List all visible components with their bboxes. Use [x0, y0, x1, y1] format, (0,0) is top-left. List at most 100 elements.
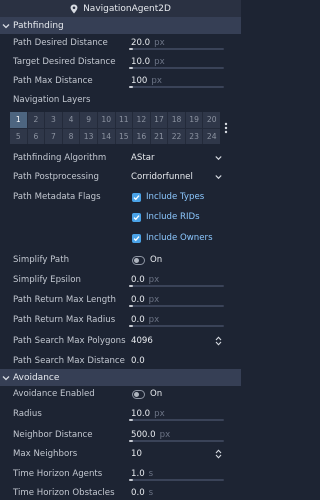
row-path-return-max-radius: Path Return Max Radius 0.0 px: [0, 310, 241, 329]
section-pathfinding[interactable]: Pathfinding: [0, 17, 241, 34]
path-max-distance-slider[interactable]: 100 px: [127, 73, 226, 89]
navigation-layer-7[interactable]: 7: [45, 128, 62, 144]
target-desired-distance-slider[interactable]: 10.0 px: [127, 54, 226, 70]
chevron-down-icon: [2, 23, 10, 28]
path-return-max-radius-slider[interactable]: 0.0 px: [127, 312, 226, 328]
row-simplify-epsilon: Simplify Epsilon 0.0 px: [0, 270, 241, 289]
neighbor-distance-slider[interactable]: 500.0 px: [127, 427, 226, 443]
path-search-max-polygons-spinbox[interactable]: 4096: [127, 333, 226, 349]
navigation-layer-5[interactable]: 5: [10, 128, 27, 144]
slider-track: [129, 48, 224, 50]
checkbox-checked-icon[interactable]: [132, 212, 141, 222]
section-label: Avoidance: [13, 372, 60, 383]
slider-grabber: [129, 479, 133, 481]
slider-track: [129, 419, 224, 421]
flag-include-rids[interactable]: Include RIDs: [127, 209, 226, 225]
property-label: Target Desired Distance: [13, 56, 116, 67]
navigation-layer-3[interactable]: 3: [45, 112, 62, 128]
row-flag-include-owners: Include Owners: [0, 228, 241, 247]
field-value: 0.0: [131, 488, 145, 498]
navigation-layer-6[interactable]: 6: [27, 128, 45, 144]
slider-grabber: [129, 67, 133, 69]
navigation-layer-12[interactable]: 12: [133, 112, 150, 128]
slider-track: [129, 325, 224, 327]
path-search-max-distance-field[interactable]: 0.0: [127, 353, 226, 369]
property-label: Navigation Layers: [13, 94, 91, 105]
property-label: Max Neighbors: [13, 448, 78, 459]
navigation-layer-18[interactable]: 18: [168, 112, 185, 128]
checkbox-checked-icon[interactable]: [132, 192, 141, 202]
kebab-menu-icon[interactable]: [224, 122, 228, 134]
navigation-layer-11[interactable]: 11: [115, 112, 133, 128]
navigation-layer-20[interactable]: 20: [203, 112, 220, 128]
avoidance-enabled-toggle[interactable]: On: [127, 386, 226, 402]
toggle-switch[interactable]: [132, 389, 145, 399]
navigation-layer-23[interactable]: 23: [185, 128, 203, 144]
slider-grabber: [129, 440, 133, 442]
property-label: Radius: [13, 408, 42, 419]
row-path-max-distance: Path Max Distance 100 px: [0, 71, 241, 90]
spinner-arrows-icon[interactable]: [215, 336, 222, 346]
row-pathfinding-algorithm: Pathfinding Algorithm AStar: [0, 148, 241, 167]
max-neighbors-spinbox[interactable]: 10: [127, 446, 226, 462]
row-flag-include-rids: Include RIDs: [0, 207, 241, 226]
property-label: Simplify Epsilon: [13, 274, 81, 285]
flag-label: Include Types: [146, 192, 205, 202]
toggle-switch[interactable]: [132, 255, 145, 265]
radius-slider[interactable]: 10.0 px: [127, 406, 226, 422]
flag-include-types[interactable]: Include Types: [127, 189, 226, 205]
row-time-horizon-obstacles: Time Horizon Obstacles 0.0 s: [0, 483, 241, 500]
property-label: Path Return Max Length: [13, 294, 116, 305]
navigation-layer-16[interactable]: 16: [133, 128, 150, 144]
chevron-down-icon: [2, 375, 10, 380]
field-value: 500.0: [131, 430, 156, 440]
navigation-layer-19[interactable]: 19: [185, 112, 203, 128]
row-path-search-max-polygons: Path Search Max Polygons 4096: [0, 331, 241, 350]
row-path-search-max-distance: Path Search Max Distance 0.0: [0, 351, 241, 370]
node-title: NavigationAgent2D: [83, 3, 171, 14]
property-label: Time Horizon Obstacles: [13, 487, 115, 498]
navigation-layer-22[interactable]: 22: [168, 128, 185, 144]
time-horizon-agents-slider[interactable]: 1.0 s: [127, 466, 226, 482]
navigation-layer-9[interactable]: 9: [80, 112, 97, 128]
toggle-label: On: [150, 255, 163, 265]
navigation-layer-8[interactable]: 8: [62, 128, 80, 144]
path-postprocessing-dropdown[interactable]: Corridorfunnel: [127, 169, 226, 185]
simplify-path-toggle[interactable]: On: [127, 252, 226, 268]
property-label: Path Metadata Flags: [13, 191, 101, 202]
spinner-arrows-icon[interactable]: [215, 449, 222, 459]
row-path-postprocessing: Path Postprocessing Corridorfunnel: [0, 167, 241, 186]
property-label: Path Search Max Distance: [13, 355, 125, 366]
row-time-horizon-agents: Time Horizon Agents 1.0 s: [0, 464, 241, 483]
navigation-layer-10[interactable]: 10: [97, 112, 115, 128]
navigation-layer-1[interactable]: 1: [10, 112, 27, 128]
path-return-max-length-slider[interactable]: 0.0 px: [127, 292, 226, 308]
field-value: 20.0: [131, 38, 151, 48]
field-unit: px: [159, 430, 171, 440]
navigation-layer-2[interactable]: 2: [27, 112, 45, 128]
flag-label: Include RIDs: [146, 212, 200, 222]
navigation-layer-17[interactable]: 17: [150, 112, 168, 128]
time-horizon-obstacles-slider[interactable]: 0.0 s: [127, 485, 226, 500]
navigation-layer-21[interactable]: 21: [150, 128, 168, 144]
flag-include-owners[interactable]: Include Owners: [127, 230, 226, 246]
field-unit: px: [154, 57, 165, 67]
flag-label: Include Owners: [146, 233, 213, 243]
path-desired-distance-slider[interactable]: 20.0 px: [127, 35, 226, 51]
slider-track: [129, 305, 224, 307]
checkbox-checked-icon[interactable]: [132, 233, 141, 243]
slider-track: [129, 86, 224, 88]
navigation-layer-15[interactable]: 15: [115, 128, 133, 144]
pathfinding-algorithm-dropdown[interactable]: AStar: [127, 150, 226, 166]
navigation-layer-13[interactable]: 13: [80, 128, 97, 144]
field-unit: px: [148, 315, 160, 325]
navigation-layer-24[interactable]: 24: [203, 128, 220, 144]
row-max-neighbors: Max Neighbors 10: [0, 444, 241, 463]
simplify-epsilon-slider[interactable]: 0.0 px: [127, 272, 226, 288]
navigation-layer-14[interactable]: 14: [97, 128, 115, 144]
property-label: Path Postprocessing: [13, 171, 99, 182]
navigation-layer-4[interactable]: 4: [62, 112, 80, 128]
field-value: 0.0: [131, 356, 145, 366]
property-label: Pathfinding Algorithm: [13, 152, 107, 163]
property-label: Time Horizon Agents: [13, 468, 103, 479]
